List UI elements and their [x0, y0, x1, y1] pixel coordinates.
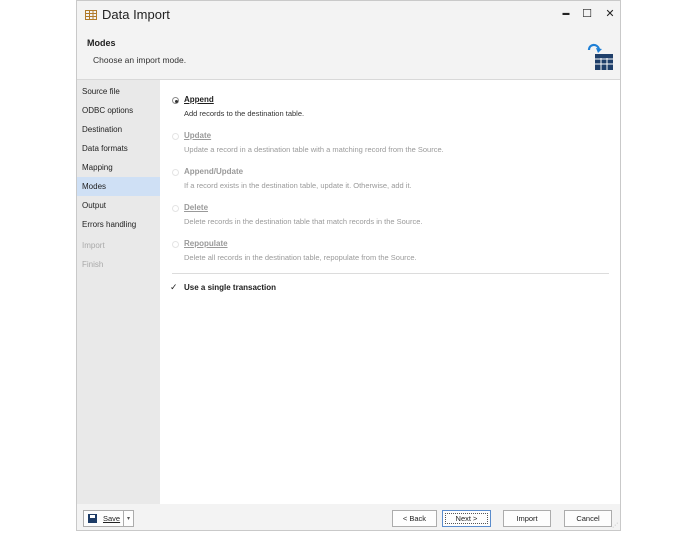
sidebar-item-destination[interactable]: Destination: [77, 120, 160, 139]
import-dialog: Data Import ▬ ☐ ✕ Modes Choose an import…: [76, 0, 621, 531]
import-button[interactable]: Import: [503, 510, 551, 527]
append-radio[interactable]: [172, 97, 179, 104]
minimize-icon: ▬: [562, 9, 570, 17]
maximize-icon: ☐: [582, 7, 592, 20]
append-description: Add records to the destination table.: [184, 109, 305, 118]
sidebar-item-source-file[interactable]: Source file: [77, 82, 160, 101]
options-divider: [172, 273, 609, 274]
wizard-steps: Source file ODBC options Destination Dat…: [77, 80, 160, 504]
page-title: Modes: [87, 38, 116, 48]
append-label[interactable]: Append: [184, 95, 214, 104]
save-label: Save: [103, 514, 121, 523]
chevron-down-icon: ▾: [126, 516, 130, 522]
minimize-button[interactable]: ▬: [555, 3, 577, 23]
next-button[interactable]: Next >: [442, 510, 491, 527]
sidebar-item-modes[interactable]: Modes: [77, 177, 160, 196]
sidebar-item-errors-handling[interactable]: Errors handling: [77, 215, 160, 234]
save-dropdown-button[interactable]: ▾: [123, 510, 134, 527]
transaction-checkbox[interactable]: ✓: [170, 282, 180, 292]
delete-label: Delete: [184, 203, 209, 212]
sidebar-item-output[interactable]: Output: [77, 196, 160, 215]
repopulate-label: Repopulate: [184, 239, 228, 248]
delete-radio: [172, 205, 179, 212]
table-icon: [85, 10, 97, 20]
repopulate-radio: [172, 241, 179, 248]
cancel-button[interactable]: Cancel: [564, 510, 612, 527]
sidebar-item-data-formats[interactable]: Data formats: [77, 139, 160, 158]
window-title: Data Import: [102, 7, 170, 22]
back-button[interactable]: < Back: [392, 510, 437, 527]
append-update-label: Append/Update: [184, 167, 244, 176]
update-label: Update: [184, 131, 212, 140]
transaction-label[interactable]: Use a single transaction: [184, 283, 276, 292]
modes-panel: Append Add records to the destination ta…: [160, 80, 620, 504]
sidebar-item-odbc-options[interactable]: ODBC options: [77, 101, 160, 120]
delete-description: Delete records in the destination table …: [184, 217, 423, 226]
repopulate-description: Delete all records in the destination ta…: [184, 253, 417, 262]
append-update-radio: [172, 169, 179, 176]
append-update-description: If a record exists in the destination ta…: [184, 181, 412, 190]
page-subtitle: Choose an import mode.: [93, 55, 187, 65]
sidebar-item-mapping[interactable]: Mapping: [77, 158, 160, 177]
resize-grip-icon[interactable]: ⋰: [612, 522, 618, 529]
page-header: Modes Choose an import mode.: [77, 29, 620, 79]
close-button[interactable]: ✕: [599, 3, 621, 23]
maximize-button[interactable]: ☐: [576, 3, 598, 23]
sidebar-item-import: Import: [82, 241, 105, 250]
close-icon: ✕: [605, 7, 615, 20]
sidebar-item-finish: Finish: [82, 260, 104, 269]
update-description: Update a record in a destination table w…: [184, 145, 444, 154]
import-table-icon: [587, 43, 613, 70]
title-bar: Data Import ▬ ☐ ✕: [77, 1, 620, 29]
save-icon: [88, 514, 97, 523]
update-radio: [172, 133, 179, 140]
dialog-footer: Save ▾ < Back Next > Import Cancel ⋰: [77, 504, 620, 530]
